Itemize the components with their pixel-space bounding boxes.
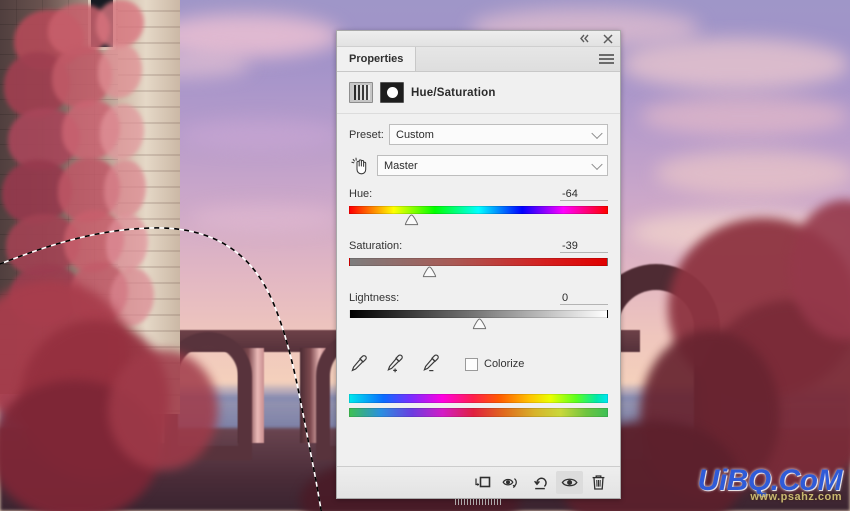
- panel-titlebar[interactable]: [337, 31, 620, 47]
- saturation-slider-header: Saturation: -39: [349, 240, 608, 253]
- eye-previous-icon: [502, 478, 517, 489]
- channel-dropdown[interactable]: Master: [377, 155, 608, 176]
- panel-menu-button[interactable]: [598, 52, 615, 66]
- hue-slider-header: Hue: -64: [349, 188, 608, 201]
- hamburger-menu-icon: [599, 58, 614, 60]
- adjustment-header: Hue/Saturation: [337, 72, 620, 114]
- eyedropper-add-icon: [387, 354, 403, 373]
- preset-row: Preset: Custom: [349, 124, 608, 145]
- screenshot-root: Properties Hue/Saturation Preset: Custom: [0, 0, 850, 511]
- clip-to-layer-icon: [475, 476, 491, 488]
- trash-icon: [592, 475, 605, 490]
- output-color-range-bar[interactable]: [349, 408, 608, 417]
- eyedropper-icon: [351, 355, 367, 372]
- panel-resize-grip[interactable]: [454, 499, 503, 505]
- layer-mask-icon[interactable]: [380, 82, 404, 103]
- hamburger-menu-icon: [599, 54, 614, 56]
- cloud: [180, 120, 340, 150]
- clip-to-layer-button[interactable]: [469, 471, 496, 494]
- saturation-gradient-track[interactable]: [349, 258, 608, 266]
- eyedropper-add-button[interactable]: [385, 354, 405, 374]
- panel-content: Hue/Saturation Preset: Custom Master Hue…: [337, 72, 620, 466]
- viaduct-pier: [238, 348, 264, 443]
- eyedropper-button[interactable]: [349, 354, 369, 374]
- viaduct-pier: [300, 348, 326, 443]
- close-icon: [603, 33, 613, 44]
- panel-footer-toolbar: [337, 466, 620, 505]
- cloud: [655, 150, 850, 196]
- color-range-bars: [349, 394, 608, 417]
- on-image-adjustment-hand-icon[interactable]: [349, 156, 371, 176]
- chevron-down-icon: [591, 127, 603, 139]
- hue-slider-block: Hue: -64: [349, 188, 608, 228]
- toggle-visibility-button[interactable]: [556, 471, 583, 494]
- saturation-slider-block: Saturation: -39: [349, 240, 608, 280]
- tab-properties[interactable]: Properties: [337, 47, 417, 71]
- hue-label: Hue:: [349, 188, 373, 200]
- colorize-label: Colorize: [484, 358, 525, 370]
- tab-properties-label: Properties: [349, 53, 404, 65]
- eyedropper-subtract-icon: [423, 354, 439, 372]
- preset-value: Custom: [396, 128, 434, 141]
- hue-saturation-adjustment-icon[interactable]: [349, 82, 373, 103]
- eye-icon: [561, 478, 578, 487]
- input-color-range-bar[interactable]: [349, 394, 608, 403]
- channel-value: Master: [384, 159, 418, 172]
- colorize-checkbox[interactable]: [465, 357, 478, 371]
- eyedropper-subtract-button[interactable]: [421, 354, 441, 374]
- colorize-toggle[interactable]: Colorize: [465, 357, 525, 371]
- eyedropper-tools-row: Colorize: [349, 354, 608, 374]
- double-chevron-left-icon: [579, 34, 589, 43]
- autumn-tree: [108, 350, 218, 470]
- delete-adjustment-button[interactable]: [585, 471, 612, 494]
- lightness-gradient-track[interactable]: [349, 310, 608, 318]
- preset-dropdown[interactable]: Custom: [389, 124, 608, 145]
- cloud: [190, 205, 340, 231]
- preset-label: Preset:: [349, 128, 384, 141]
- reset-adjustment-button[interactable]: [527, 471, 554, 494]
- hue-gradient-track[interactable]: [349, 206, 608, 214]
- channel-row: Master: [349, 155, 608, 176]
- lightness-value-field[interactable]: 0: [560, 292, 608, 305]
- chevron-down-icon: [591, 158, 603, 170]
- reset-arrow-icon: [534, 477, 547, 489]
- hue-slider-thumb[interactable]: [404, 214, 419, 226]
- adjustment-title: Hue/Saturation: [411, 86, 496, 99]
- lightness-label: Lightness:: [349, 292, 400, 304]
- saturation-slider-thumb[interactable]: [422, 266, 437, 278]
- properties-panel[interactable]: Properties Hue/Saturation Preset: Custom: [336, 30, 621, 505]
- view-previous-state-button[interactable]: [498, 471, 525, 494]
- saturation-value-field[interactable]: -39: [560, 240, 608, 253]
- lightness-slider-thumb[interactable]: [472, 318, 487, 330]
- saturation-label: Saturation:: [349, 240, 403, 252]
- hue-track-wrap[interactable]: [349, 206, 608, 228]
- close-panel-button[interactable]: [600, 32, 616, 45]
- panel-tab-bar[interactable]: Properties: [337, 47, 620, 72]
- hue-value-field[interactable]: -64: [560, 188, 608, 201]
- lightness-slider-header: Lightness: 0: [349, 292, 608, 305]
- saturation-track-wrap[interactable]: [349, 258, 608, 280]
- collapse-panel-button[interactable]: [576, 32, 592, 45]
- cloud: [620, 38, 850, 90]
- hamburger-menu-icon: [599, 62, 614, 64]
- cloud: [640, 96, 850, 136]
- lightness-track-wrap[interactable]: [349, 310, 608, 332]
- lightness-slider-block: Lightness: 0: [349, 292, 608, 332]
